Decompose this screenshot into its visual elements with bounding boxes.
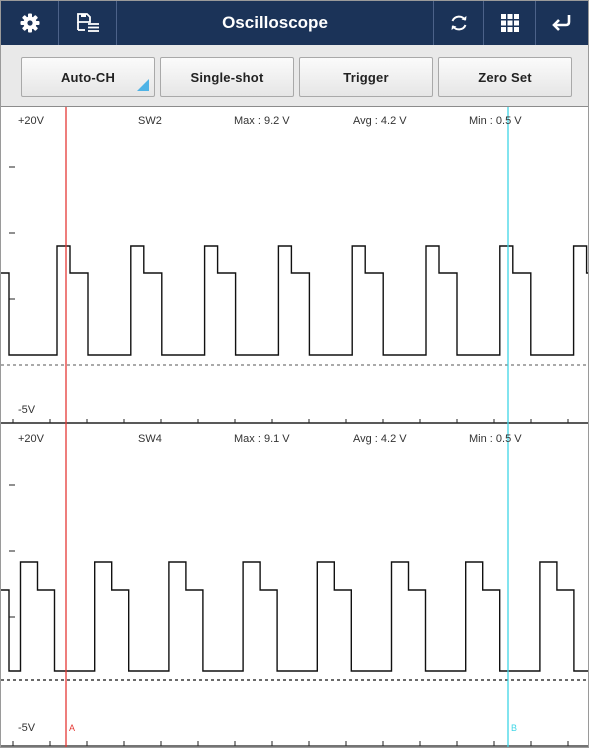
ch1-name-label: SW2 bbox=[138, 115, 162, 127]
save-list-button[interactable] bbox=[59, 1, 117, 45]
ch2-avg-label: Avg : 4.2 V bbox=[353, 433, 407, 445]
gear-icon bbox=[20, 13, 39, 33]
ch1-bottom-scale-label: -5V bbox=[18, 404, 36, 416]
single-shot-label: Single-shot bbox=[190, 69, 264, 85]
ch1-min-label: Min : 0.5 V bbox=[469, 115, 522, 127]
back-button[interactable] bbox=[535, 1, 588, 45]
ch2-min-label: Min : 0.5 V bbox=[469, 433, 522, 445]
button-bar: Auto-CH Single-shot Trigger Zero Set bbox=[1, 45, 588, 107]
cursor-b-label: B bbox=[511, 723, 518, 733]
refresh-button[interactable] bbox=[433, 1, 483, 45]
ch2-name-label: SW4 bbox=[138, 433, 162, 445]
trigger-button[interactable]: Trigger bbox=[299, 57, 433, 97]
scope-display[interactable]: +20V SW2 Max : 9.2 V Avg : 4.2 V Min : 0… bbox=[1, 107, 588, 747]
zero-set-label: Zero Set bbox=[478, 69, 532, 85]
back-arrow-icon bbox=[552, 15, 571, 31]
single-shot-button[interactable]: Single-shot bbox=[160, 57, 294, 97]
dropdown-corner-icon bbox=[137, 79, 149, 91]
auto-ch-button[interactable]: Auto-CH bbox=[21, 57, 155, 97]
grid-button[interactable] bbox=[483, 1, 535, 45]
trigger-label: Trigger bbox=[343, 69, 389, 85]
ch2-bottom-scale-label: -5V bbox=[18, 722, 36, 734]
auto-ch-label: Auto-CH bbox=[60, 69, 116, 85]
waveform-canvas bbox=[1, 107, 588, 747]
oscilloscope-app: Oscilloscope Auto-CH Single-shot Trigger… bbox=[0, 0, 589, 748]
cursor-a-label: A bbox=[69, 723, 76, 733]
ch1-waveform bbox=[1, 245, 588, 356]
grid-icon bbox=[500, 14, 519, 32]
settings-button[interactable] bbox=[1, 1, 59, 45]
save-list-icon bbox=[76, 13, 99, 32]
ch2-waveform bbox=[1, 561, 588, 672]
ch1-max-label: Max : 9.2 V bbox=[234, 115, 290, 127]
refresh-icon bbox=[451, 15, 466, 31]
title-bar: Oscilloscope bbox=[1, 1, 588, 45]
ch2-max-label: Max : 9.1 V bbox=[234, 433, 290, 445]
ch2-top-scale-label: +20V bbox=[18, 433, 44, 445]
ch1-top-scale-label: +20V bbox=[18, 115, 44, 127]
page-title: Oscilloscope bbox=[222, 13, 328, 32]
ch1-avg-label: Avg : 4.2 V bbox=[353, 115, 407, 127]
zero-set-button[interactable]: Zero Set bbox=[438, 57, 572, 97]
